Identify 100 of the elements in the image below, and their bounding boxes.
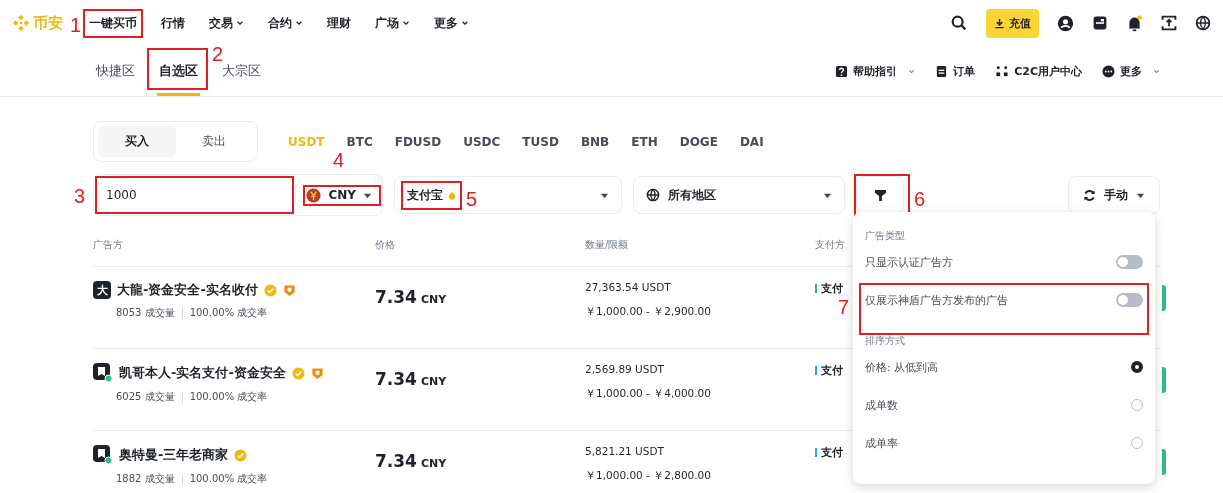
payment-method: 支付 [821, 281, 843, 296]
order-limit: ￥1,000.00 - ￥2,900.00 [585, 305, 712, 319]
annotation-number: 3 [73, 186, 85, 206]
globe-icon[interactable] [1195, 15, 1211, 31]
annotation-number: 6 [914, 189, 926, 209]
amount-field[interactable]: 1000 CNY [93, 174, 383, 216]
section-heading: 排序方式 [865, 335, 906, 348]
available-quantity: 5,821.21 USDT [585, 445, 665, 457]
payment-method: 支付 [821, 445, 843, 460]
asset-tab[interactable]: DOGE [679, 134, 718, 149]
annotation-number: 4 [333, 150, 345, 170]
price-value: 7.34 [375, 369, 417, 389]
nav-item[interactable]: 广场 [375, 14, 410, 32]
asset-tab[interactable]: BNB [580, 134, 610, 149]
order-limit: ￥1,000.00 - ￥4,000.00 [585, 387, 712, 401]
more-icon [1102, 64, 1115, 78]
menu-option[interactable]: 成单数 [865, 397, 898, 413]
column-header: 广告方 [93, 238, 124, 252]
available-quantity: 2,569.89 USDT [585, 363, 665, 375]
asset-tab[interactable]: TUSD [522, 134, 559, 149]
flame-icon [448, 190, 456, 200]
asset-tab[interactable]: FDUSD [394, 134, 442, 149]
completion-rate: 100.00% 成交率 [189, 472, 268, 486]
toggle-switch[interactable] [1116, 255, 1143, 269]
wallet-icon[interactable] [1092, 15, 1108, 31]
refresh-mode-select[interactable]: 手动 [1068, 176, 1160, 214]
asset-tab[interactable]: DAI [739, 134, 764, 149]
completion-rate: 100.00% 成交率 [189, 390, 268, 404]
zone-tab[interactable]: 自选区 [157, 46, 200, 96]
download-icon [994, 17, 1005, 29]
annotation-box [401, 180, 462, 210]
chevron-icon [402, 19, 410, 27]
nav-item[interactable]: 合约 [268, 14, 303, 32]
annotation-number: 1 [69, 15, 81, 35]
advertiser-name[interactable]: 凯哥本人-实名支付-资金安全 [119, 364, 286, 382]
payment-select[interactable]: 支付宝 5 [394, 176, 622, 214]
region-select[interactable]: 所有地区 [633, 176, 845, 214]
filter-icon [873, 188, 887, 202]
zone-tab[interactable]: 快捷区 [94, 46, 137, 96]
nav-item[interactable]: 行情 [161, 14, 185, 32]
trade-count: 6025 成交量 [116, 390, 175, 404]
completion-rate: 100.00% 成交率 [189, 306, 268, 320]
nav-item[interactable]: 理财 [327, 14, 351, 32]
avatar[interactable]: 大 [93, 281, 111, 299]
annotation-number: 5 [466, 189, 478, 209]
column-header: 数量/限额 [585, 238, 630, 252]
nav-item[interactable]: 交易 [209, 14, 244, 32]
advertiser-name[interactable]: 奥特曼-三年老商家 [119, 446, 229, 464]
annotation-number: 7 [837, 297, 849, 317]
menu-option[interactable]: 成单率 [865, 435, 898, 451]
trade-side-tab[interactable]: 卖出 [175, 126, 253, 157]
annotation-number: 2 [212, 44, 224, 64]
nav-item[interactable]: 更多 [434, 14, 469, 32]
header-link[interactable]: 更多 [1102, 63, 1160, 79]
globe-icon [646, 188, 660, 202]
help-icon [835, 64, 849, 78]
header-link[interactable]: C2C用户中心 [995, 63, 1082, 79]
bell-icon[interactable] [1126, 14, 1143, 32]
nav-item[interactable]: 一键买币 [89, 14, 137, 32]
chevron-icon [295, 19, 303, 27]
trade-count: 1882 成交量 [116, 472, 175, 486]
upload-icon[interactable] [1161, 15, 1177, 31]
order-limit: ￥1,000.00 - ￥2,800.00 [585, 469, 712, 483]
available-quantity: 27,363.54 USDT [585, 281, 672, 293]
section-heading: 广告类型 [865, 230, 906, 243]
header-link[interactable]: 订单 [935, 63, 976, 79]
advertiser-name[interactable]: 大龍-资金安全-实名收付 [117, 281, 258, 299]
user-icon[interactable] [1057, 14, 1074, 32]
header-link[interactable]: 帮助指引 [835, 63, 916, 79]
chevron-icon [236, 19, 244, 27]
avatar-icon[interactable] [93, 363, 113, 383]
refresh-icon [1083, 188, 1096, 202]
annotation-box [83, 8, 143, 38]
currency-select[interactable]: CNY [302, 183, 382, 207]
menu-option[interactable]: 只显示认证广告方 [865, 254, 953, 270]
asset-tab[interactable]: USDC [463, 134, 501, 149]
asset-tab[interactable]: BTC [346, 134, 373, 149]
deposit-button[interactable]: 充值 [986, 8, 1039, 38]
trade-count: 8053 成交量 [116, 306, 175, 320]
payment-method-label: 支付宝 [407, 186, 443, 204]
payment-method: 支付 [821, 363, 843, 378]
toggle-switch[interactable] [1116, 293, 1143, 307]
document-icon [935, 64, 949, 78]
trade-side-tab[interactable]: 买入 [98, 126, 176, 157]
price-currency: CNY [420, 375, 447, 388]
yuan-coin-icon [306, 187, 322, 203]
asset-tab[interactable]: ETH [631, 134, 658, 149]
price-currency: CNY [420, 293, 447, 306]
radio-button[interactable] [1131, 361, 1143, 373]
price-value: 7.34 [375, 287, 417, 307]
avatar-icon[interactable] [93, 445, 113, 465]
chevron-icon [1153, 67, 1160, 75]
column-header: 价格 [375, 238, 396, 252]
filter-button[interactable] [856, 176, 904, 214]
annotation-box [147, 48, 208, 90]
column-header: 支付方 [815, 238, 846, 252]
menu-option[interactable]: 价格: 从低到高 [865, 359, 939, 375]
search-icon[interactable] [950, 14, 968, 32]
price-currency: CNY [420, 457, 447, 470]
menu-option[interactable]: 仅展示神盾广告方发布的广告 [865, 292, 1008, 308]
